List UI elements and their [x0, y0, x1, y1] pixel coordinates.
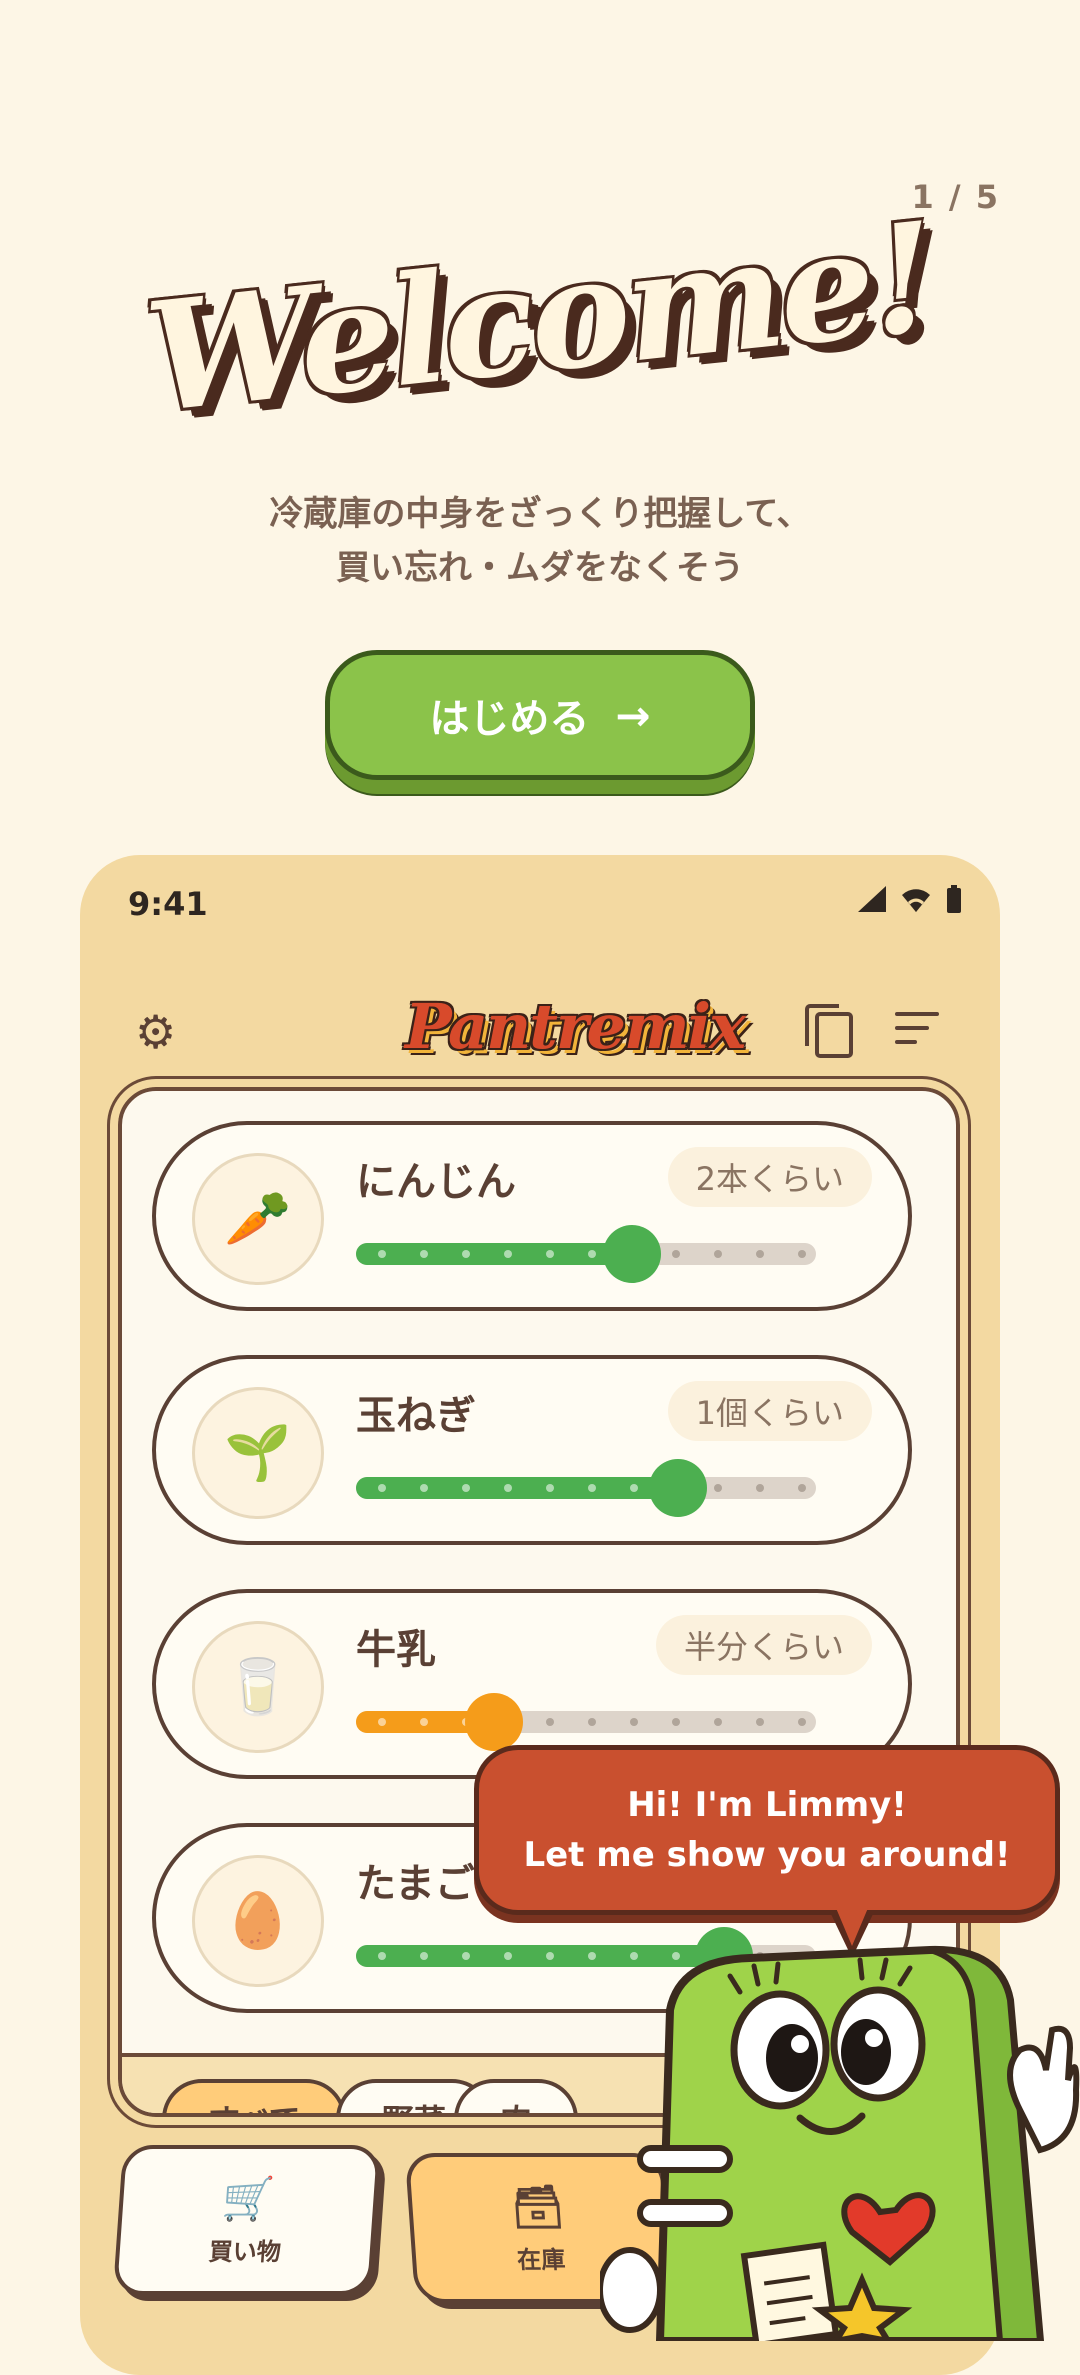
slider-thumb[interactable]	[649, 1459, 707, 1517]
slider-step-dot	[462, 1250, 470, 1258]
status-icons	[858, 885, 962, 913]
slider-step-dot	[630, 1484, 638, 1492]
welcome-title-text: Welcome!	[138, 189, 942, 447]
slider-step-dot	[420, 1484, 428, 1492]
slider-step-dot	[504, 1250, 512, 1258]
slider-step-dot	[588, 1250, 596, 1258]
copy-icon[interactable]	[805, 1004, 853, 1058]
start-button-label: はじめる	[429, 696, 590, 742]
slider-step-dot	[546, 1250, 554, 1258]
slider-step-dot	[588, 1484, 596, 1492]
nav-tab-shopping-label: 買い物	[207, 2237, 282, 2266]
quantity-slider[interactable]	[356, 1693, 816, 1751]
wifi-icon	[902, 889, 930, 912]
item-name: たまご	[356, 1861, 475, 1907]
status-time: 9:41	[128, 885, 208, 923]
slider-step-dot	[420, 1718, 428, 1726]
slider-step-dot	[672, 1718, 680, 1726]
item-amount-badge: 2本くらい	[667, 1147, 872, 1207]
signal-icon	[858, 886, 886, 912]
gear-icon[interactable]: ⚙	[135, 1005, 176, 1059]
slider-step-dot	[714, 1250, 722, 1258]
slider-step-dot	[546, 1952, 554, 1960]
fridge-mascot	[600, 1945, 1080, 2341]
slider-step-dot	[798, 1250, 806, 1258]
arrow-right-icon: →	[615, 690, 651, 740]
slider-step-dot	[756, 1250, 764, 1258]
mascot-speech-bubble: Hi! I'm Limmy! Let me show you around!	[474, 1745, 1060, 1915]
filter-chip-all[interactable]: すべて	[162, 2079, 347, 2113]
app-bar: ⚙ Pantremix	[80, 970, 1000, 1090]
slider-step-dot	[756, 1718, 764, 1726]
slider-step-dot	[378, 1484, 386, 1492]
nav-tab-shopping[interactable]: 🛒 買い物	[112, 2145, 382, 2295]
milk-carton-icon: 🥛	[192, 1621, 324, 1753]
slider-step-dot	[588, 1718, 596, 1726]
slider-step-dot	[672, 1250, 680, 1258]
speech-line-1: Hi! I'm Limmy!	[627, 1785, 907, 1825]
slider-step-dot	[378, 1718, 386, 1726]
onboarding-subtitle: 冷蔵庫の中身をざっくり把握して、 買い忘れ・ムダをなくそう	[0, 487, 1080, 595]
app-logo: Pantremix	[405, 990, 746, 1063]
subtitle-line-2: 買い忘れ・ムダをなくそう	[336, 548, 744, 588]
slider-step-dot	[630, 1718, 638, 1726]
slider-step-dot	[504, 1952, 512, 1960]
green-onion-icon: 🌱	[192, 1387, 324, 1519]
inventory-item-card[interactable]: 🥕 にんじん 2本くらい	[152, 1121, 912, 1311]
slider-step-dot	[546, 1484, 554, 1492]
slider-step-dot	[420, 1952, 428, 1960]
slider-step-dot	[462, 1484, 470, 1492]
slider-thumb[interactable]	[603, 1225, 661, 1283]
inventory-item-card[interactable]: 🌱 玉ねぎ 1個くらい	[152, 1355, 912, 1545]
sort-icon[interactable]	[895, 1012, 939, 1054]
filter-chip-meat[interactable]: 肉	[454, 2079, 579, 2113]
quantity-slider[interactable]	[356, 1225, 816, 1283]
cart-icon: 🛒	[220, 2173, 277, 2223]
egg-icon: 🥚	[192, 1855, 324, 1987]
speech-line-2: Let me show you around!	[523, 1835, 1011, 1875]
slider-step-dot	[420, 1250, 428, 1258]
item-name: 牛乳	[356, 1627, 436, 1673]
slider-step-dot	[798, 1484, 806, 1492]
start-button[interactable]: はじめる →	[325, 650, 755, 780]
storage-box-icon: 🗃	[509, 2181, 566, 2231]
slider-thumb[interactable]	[465, 1693, 523, 1751]
slider-step-dot	[714, 1484, 722, 1492]
welcome-title: Welcome!	[0, 189, 1080, 446]
slider-step-dot	[756, 1484, 764, 1492]
slider-step-dot	[714, 1718, 722, 1726]
quantity-slider[interactable]	[356, 1459, 816, 1517]
item-name: 玉ねぎ	[356, 1393, 476, 1439]
slider-step-dot	[588, 1952, 596, 1960]
carrot-icon: 🥕	[192, 1153, 324, 1285]
slider-step-dot	[378, 1250, 386, 1258]
slider-step-dot	[504, 1484, 512, 1492]
subtitle-line-1: 冷蔵庫の中身をざっくり把握して、	[269, 494, 811, 534]
battery-icon	[947, 885, 961, 913]
item-name: にんじん	[356, 1159, 516, 1205]
slider-step-dot	[462, 1952, 470, 1960]
slider-step-dot	[378, 1952, 386, 1960]
item-amount-badge: 半分くらい	[655, 1615, 872, 1675]
nav-tab-stock-label: 在庫	[516, 2245, 567, 2274]
slider-step-dot	[798, 1718, 806, 1726]
slider-step-dot	[546, 1718, 554, 1726]
item-amount-badge: 1個くらい	[667, 1381, 872, 1441]
